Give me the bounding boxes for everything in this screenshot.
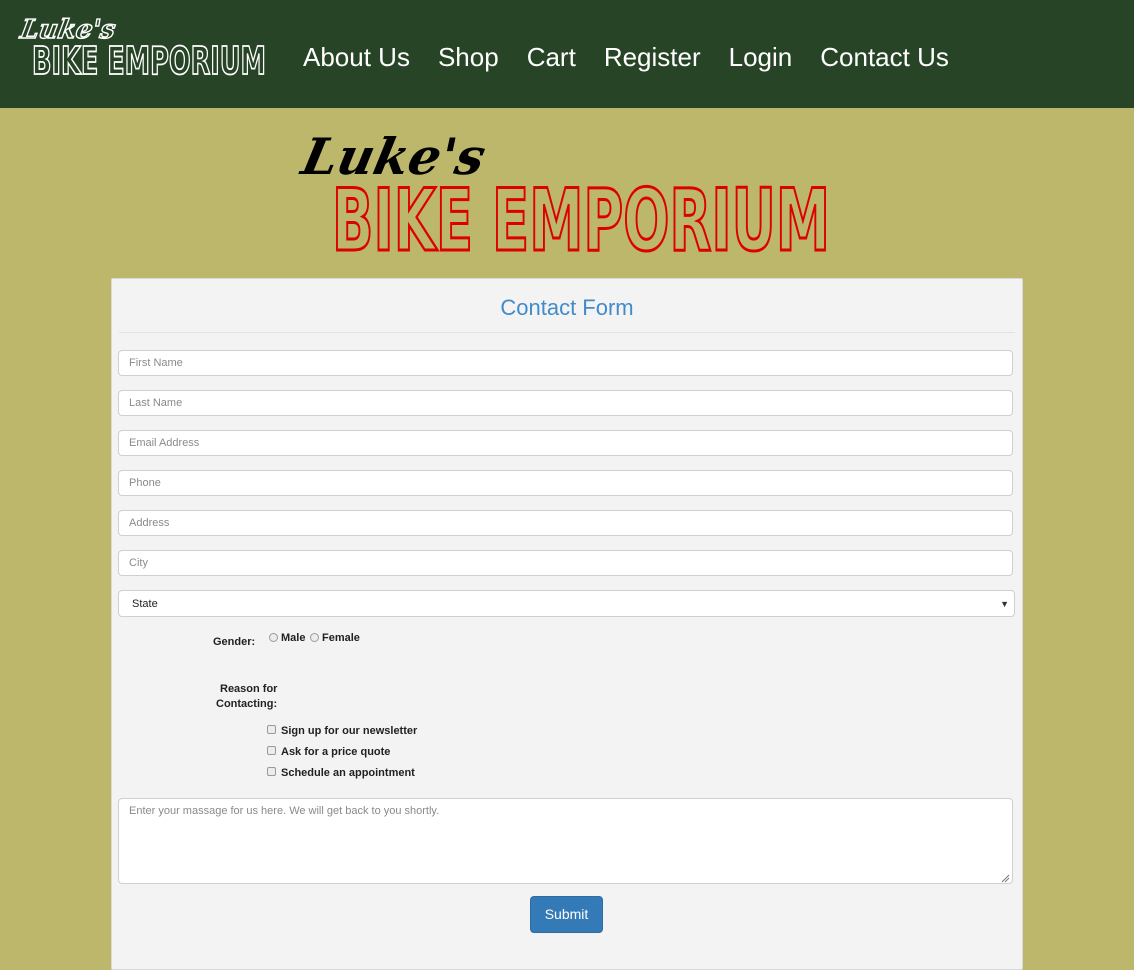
brand-main-text: BIKE EMPORIUM (32, 39, 266, 82)
banner-main-text: BIKE EMPORIUM (332, 171, 830, 258)
gender-female-label: Female (322, 632, 360, 644)
nav-login[interactable]: Login (729, 40, 793, 76)
brand-logo[interactable]: Luke's BIKE EMPORIUM (14, 12, 272, 82)
appointment-label: Schedule an appointment (281, 767, 415, 779)
nav-about-us[interactable]: About Us (303, 40, 410, 76)
gender-male-radio[interactable] (269, 633, 278, 642)
top-navbar: Luke's BIKE EMPORIUM About Us Shop Cart … (0, 0, 1134, 108)
address-input[interactable] (118, 510, 1013, 536)
nav-contact-us[interactable]: Contact Us (820, 40, 949, 76)
price-quote-label: Ask for a price quote (281, 746, 391, 758)
state-select-value: State (132, 598, 158, 610)
first-name-input[interactable] (118, 350, 1013, 376)
nav-menu: About Us Shop Cart Register Login Contac… (303, 40, 977, 76)
chevron-down-icon: ▼ (1000, 599, 1009, 609)
resize-handle-icon[interactable] (1001, 874, 1010, 883)
gender-female-radio[interactable] (310, 633, 319, 642)
banner-logo: Luke's BIKE EMPORIUM (295, 128, 832, 258)
city-input[interactable] (118, 550, 1013, 576)
state-select[interactable]: State ▼ (118, 590, 1015, 617)
form-title: Contact Form (119, 279, 1015, 333)
contact-form-panel: Contact Form State ▼ Gender: Male Female… (111, 278, 1023, 970)
nav-cart[interactable]: Cart (527, 40, 576, 76)
nav-register[interactable]: Register (604, 40, 701, 76)
reason-label-line2: Contacting: (216, 698, 278, 710)
price-quote-checkbox[interactable] (267, 746, 276, 755)
reason-label-line1: Reason for (220, 683, 278, 695)
email-input[interactable] (118, 430, 1013, 456)
message-textarea[interactable] (118, 798, 1013, 884)
phone-input[interactable] (118, 470, 1013, 496)
newsletter-checkbox[interactable] (267, 725, 276, 734)
appointment-checkbox[interactable] (267, 767, 276, 776)
gender-label: Gender: (213, 636, 256, 648)
newsletter-label: Sign up for our newsletter (281, 725, 418, 737)
nav-shop[interactable]: Shop (438, 40, 499, 76)
submit-button[interactable]: Submit (530, 896, 603, 933)
last-name-input[interactable] (118, 390, 1013, 416)
gender-male-label: Male (281, 632, 306, 644)
